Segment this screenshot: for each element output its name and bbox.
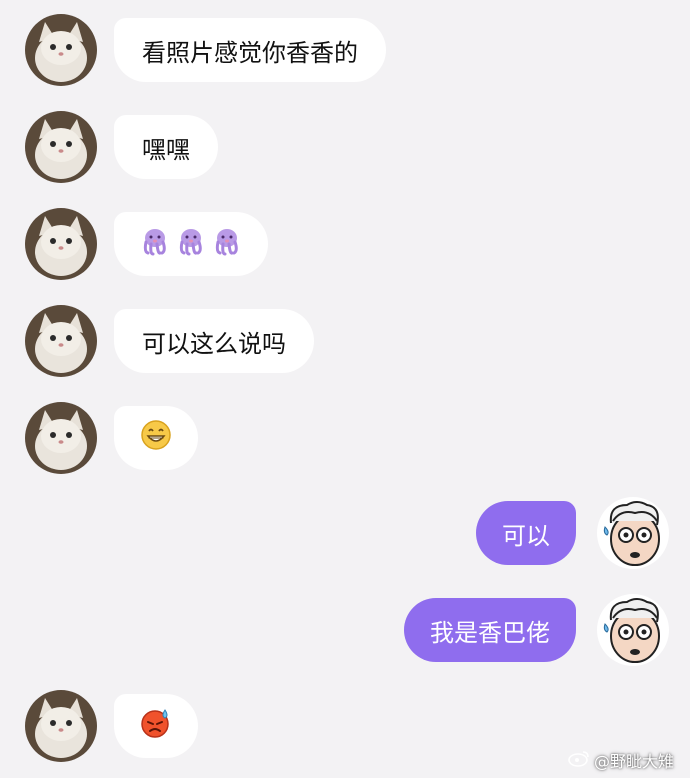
- weibo-icon: [568, 749, 590, 771]
- cat-avatar[interactable]: [25, 690, 97, 762]
- message-row: [0, 402, 690, 474]
- cat-avatar[interactable]: [25, 111, 97, 183]
- message-bubble[interactable]: 可以这么说吗: [114, 309, 314, 373]
- watermark-text: @野眦大雉: [593, 752, 674, 771]
- message-bubble[interactable]: [114, 212, 268, 276]
- red-sweat-face-emoji: [140, 707, 172, 745]
- message-text: 可以这么说吗: [142, 329, 286, 358]
- octopus-shy-emoji: [212, 226, 242, 262]
- message-bubble[interactable]: 看照片感觉你香香的: [114, 18, 386, 82]
- octopus-shy-emoji: [176, 226, 206, 262]
- cartoon-face-avatar[interactable]: [597, 497, 669, 569]
- message-row: 嘿嘿: [0, 111, 690, 183]
- cat-avatar[interactable]: [25, 402, 97, 474]
- watermark: @野眦大雉: [568, 748, 674, 772]
- grin-face-emoji: [140, 419, 172, 457]
- cartoon-face-avatar[interactable]: [597, 594, 669, 666]
- message-text: 看照片感觉你香香的: [142, 38, 358, 67]
- octopus-shy-emoji: [140, 226, 170, 262]
- message-bubble[interactable]: 可以: [476, 501, 576, 565]
- message-text: 可以: [502, 521, 550, 550]
- message-row: [0, 208, 690, 280]
- cat-avatar[interactable]: [25, 305, 97, 377]
- message-row: 看照片感觉你香香的: [0, 14, 690, 86]
- message-text: 嘿嘿: [142, 135, 190, 164]
- message-bubble[interactable]: 我是香巴佬: [404, 598, 576, 662]
- message-row: 可以这么说吗: [0, 305, 690, 377]
- message-bubble[interactable]: 嘿嘿: [114, 115, 218, 179]
- chat-thread: 看照片感觉你香香的 嘿嘿 可以这么说吗 可以 我是香巴佬 @野眦大雉: [0, 0, 690, 778]
- message-bubble[interactable]: [114, 406, 198, 470]
- cat-avatar[interactable]: [25, 208, 97, 280]
- message-text: 我是香巴佬: [430, 618, 550, 647]
- message-row: 我是香巴佬: [0, 594, 690, 666]
- cat-avatar[interactable]: [25, 14, 97, 86]
- message-bubble[interactable]: [114, 694, 198, 758]
- message-row: 可以: [0, 497, 690, 569]
